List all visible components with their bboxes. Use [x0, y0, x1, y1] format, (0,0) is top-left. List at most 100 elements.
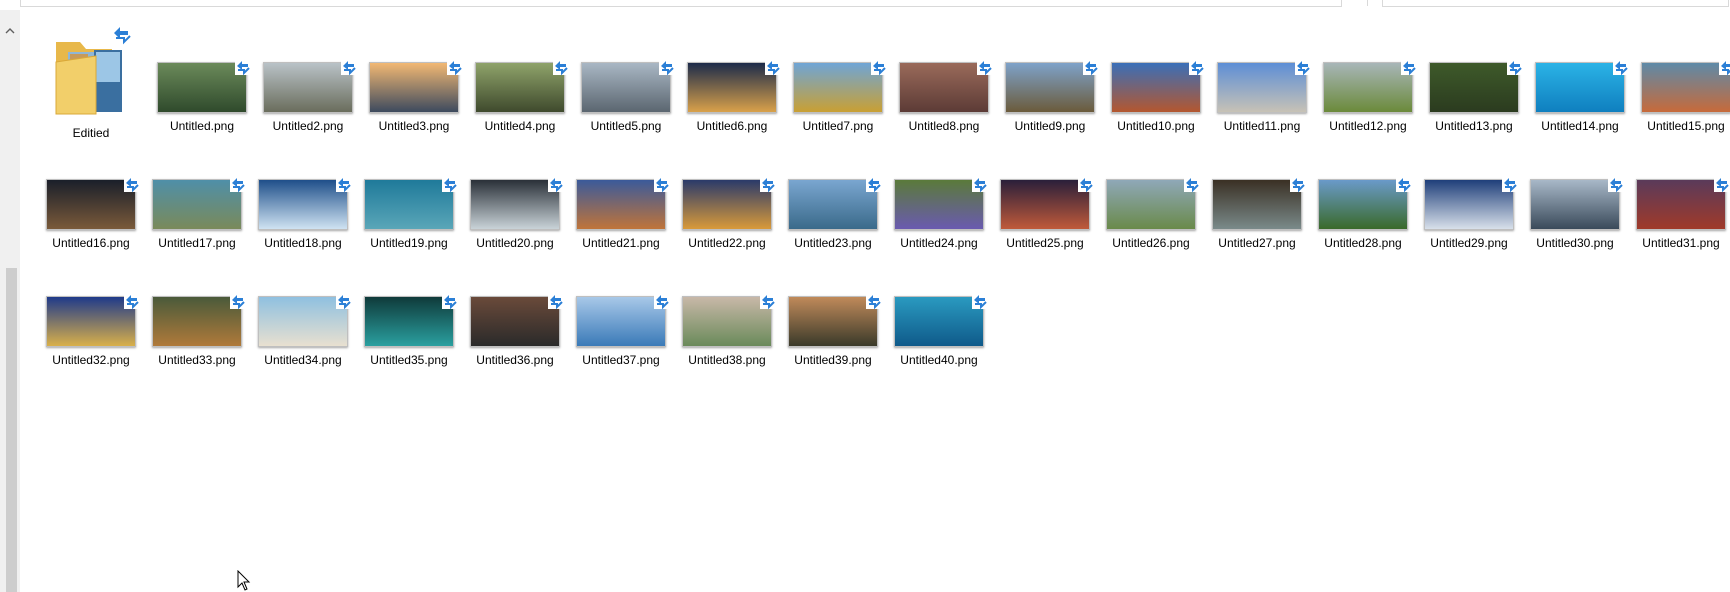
sync-badge-icon	[1078, 176, 1094, 193]
sync-badge-icon	[654, 176, 670, 193]
image-thumbnail	[152, 176, 246, 230]
sync-badge-icon	[553, 59, 569, 76]
sync-badge-icon	[1502, 176, 1518, 193]
file-item[interactable]: Untitled32.png	[43, 293, 140, 367]
file-item[interactable]: Untitled7.png	[790, 59, 887, 133]
file-item[interactable]: Untitled15.png	[1638, 59, 1730, 133]
file-item[interactable]: Untitled5.png	[578, 59, 675, 133]
address-dropdown-button[interactable]	[1341, 0, 1368, 6]
file-label: Untitled9.png	[1014, 119, 1086, 133]
file-item[interactable]: Untitled11.png	[1214, 59, 1311, 133]
sync-badge-icon	[654, 293, 670, 310]
file-label: Untitled19.png	[370, 236, 448, 250]
file-item[interactable]: Untitled.png	[154, 59, 251, 133]
file-label: Untitled27.png	[1218, 236, 1296, 250]
file-item[interactable]: Untitled12.png	[1320, 59, 1417, 133]
file-item[interactable]: Untitled22.png	[679, 176, 776, 250]
file-item[interactable]: Untitled38.png	[679, 293, 776, 367]
file-item[interactable]: Untitled23.png	[785, 176, 882, 250]
image-thumbnail	[1318, 176, 1412, 230]
sync-badge-icon	[230, 176, 246, 193]
file-label: Untitled29.png	[1430, 236, 1508, 250]
file-label: Untitled26.png	[1112, 236, 1190, 250]
file-label: Untitled22.png	[688, 236, 766, 250]
sync-badge-icon	[548, 176, 564, 193]
file-item[interactable]: Untitled16.png	[43, 176, 140, 250]
file-item[interactable]: Untitled29.png	[1421, 176, 1518, 250]
sync-badge-icon	[1608, 176, 1624, 193]
sync-badge-icon	[235, 59, 251, 76]
file-item[interactable]: Untitled25.png	[997, 176, 1094, 250]
file-item[interactable]: Untitled26.png	[1103, 176, 1200, 250]
file-label: Untitled4.png	[484, 119, 556, 133]
image-thumbnail	[1323, 59, 1417, 113]
address-bar[interactable]	[20, 0, 1342, 7]
file-label: Untitled37.png	[582, 353, 660, 367]
file-label: Untitled40.png	[900, 353, 978, 367]
file-label: Untitled6.png	[696, 119, 768, 133]
file-item[interactable]: Untitled28.png	[1315, 176, 1412, 250]
file-item[interactable]: Untitled9.png	[1002, 59, 1099, 133]
file-label: Untitled14.png	[1541, 119, 1619, 133]
sync-badge-icon	[1083, 59, 1099, 76]
file-item[interactable]: Untitled20.png	[467, 176, 564, 250]
sync-badge-icon	[1290, 176, 1306, 193]
sync-badge-icon	[972, 293, 988, 310]
file-item[interactable]: Untitled40.png	[891, 293, 988, 367]
file-item[interactable]: Untitled4.png	[472, 59, 569, 133]
image-thumbnail	[576, 293, 670, 347]
file-item[interactable]: Untitled35.png	[361, 293, 458, 367]
image-thumbnail	[258, 176, 352, 230]
file-item[interactable]: Untitled24.png	[891, 176, 988, 250]
file-item[interactable]: Untitled21.png	[573, 176, 670, 250]
file-item[interactable]: Untitled13.png	[1426, 59, 1523, 133]
file-item[interactable]: Untitled36.png	[467, 293, 564, 367]
file-item[interactable]: Untitled2.png	[260, 59, 357, 133]
file-item[interactable]: Untitled19.png	[361, 176, 458, 250]
file-item[interactable]: Untitled10.png	[1108, 59, 1205, 133]
file-label: Untitled35.png	[370, 353, 448, 367]
image-thumbnail	[1111, 59, 1205, 113]
file-label: Untitled30.png	[1536, 236, 1614, 250]
file-item[interactable]: Untitled31.png	[1633, 176, 1730, 250]
file-label: Untitled17.png	[158, 236, 236, 250]
sync-badge-icon	[1401, 59, 1417, 76]
scrollbar-thumb[interactable]	[6, 268, 17, 592]
sync-badge-icon	[336, 176, 352, 193]
file-label: Untitled39.png	[794, 353, 872, 367]
image-thumbnail	[364, 176, 458, 230]
file-item[interactable]: Untitled39.png	[785, 293, 882, 367]
search-box[interactable]	[1382, 0, 1729, 7]
image-thumbnail	[1641, 59, 1730, 113]
scroll-up-arrow-icon[interactable]	[5, 26, 15, 36]
file-item[interactable]: Untitled18.png	[255, 176, 352, 250]
file-item[interactable]: Untitled6.png	[684, 59, 781, 133]
file-item[interactable]: Untitled3.png	[366, 59, 463, 133]
sync-badge-icon	[659, 59, 675, 76]
file-item[interactable]: Untitled8.png	[896, 59, 993, 133]
sync-badge-icon	[760, 176, 776, 193]
file-item[interactable]: Untitled14.png	[1532, 59, 1629, 133]
file-item[interactable]: Untitled30.png	[1527, 176, 1624, 250]
file-item[interactable]: Untitled27.png	[1209, 176, 1306, 250]
file-item[interactable]: Untitled17.png	[149, 176, 246, 250]
sync-badge-icon	[336, 293, 352, 310]
file-label: Untitled33.png	[158, 353, 236, 367]
image-thumbnail	[152, 293, 246, 347]
image-thumbnail	[576, 176, 670, 230]
file-item[interactable]: Untitled37.png	[573, 293, 670, 367]
image-thumbnail	[788, 176, 882, 230]
sync-badge-icon	[866, 176, 882, 193]
file-label: Untitled25.png	[1006, 236, 1084, 250]
file-label: Untitled24.png	[900, 236, 978, 250]
folder-item[interactable]: Editied	[43, 22, 139, 140]
file-item[interactable]: Untitled33.png	[149, 293, 246, 367]
file-item[interactable]: Untitled34.png	[255, 293, 352, 367]
file-label: Untitled13.png	[1435, 119, 1513, 133]
sync-badge-icon	[1613, 59, 1629, 76]
image-thumbnail	[470, 293, 564, 347]
file-label: Untitled7.png	[802, 119, 874, 133]
sync-badge-icon	[1396, 176, 1412, 193]
sync-badge-icon	[1719, 59, 1730, 76]
file-label: Untitled5.png	[590, 119, 662, 133]
